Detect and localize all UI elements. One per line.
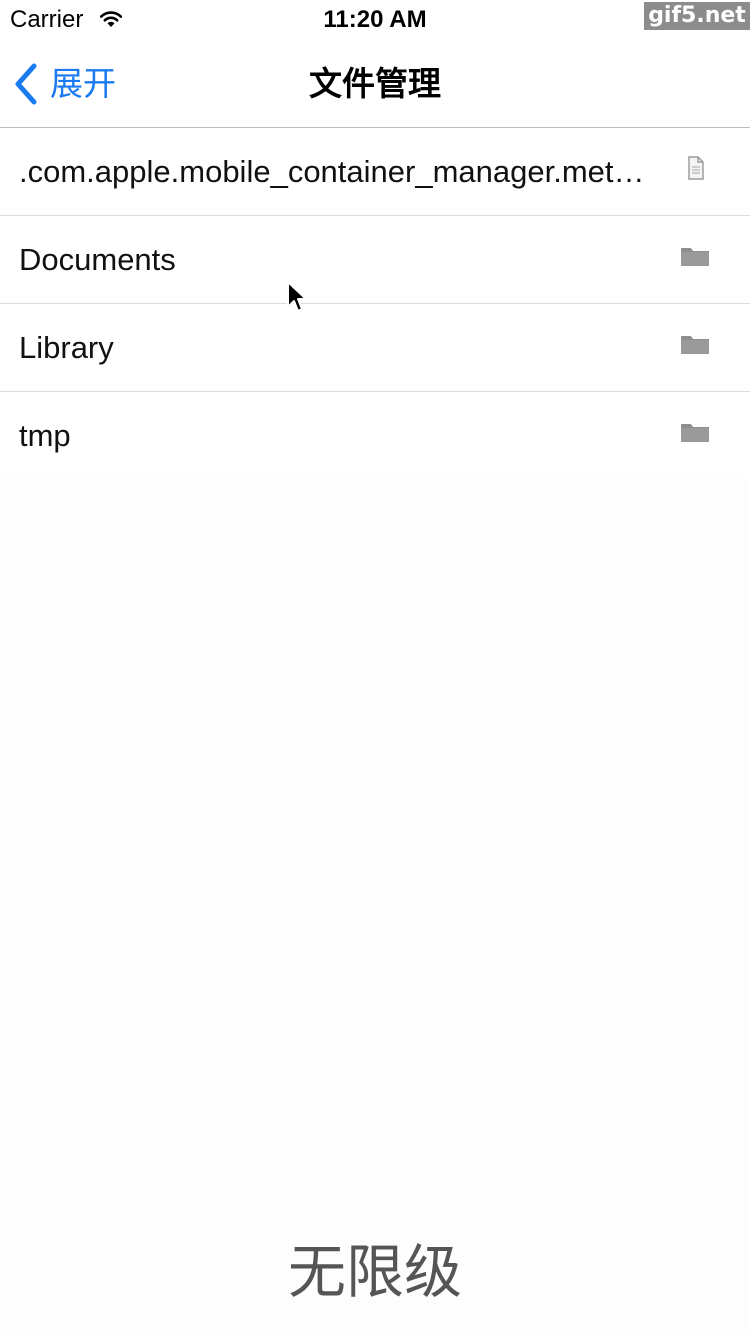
watermark: gif5.net (644, 2, 750, 30)
clock-time: 11:20 AM (323, 6, 427, 33)
status-bar: Carrier 11:20 AM gif5.net (0, 0, 750, 40)
navigation-bar: 展开 文件管理 (0, 40, 750, 128)
list-item[interactable]: .com.apple.mobile_container_manager.meta… (0, 128, 750, 216)
file-name: .com.apple.mobile_container_manager.meta… (19, 153, 659, 189)
list-item[interactable]: tmp (0, 392, 750, 479)
file-name: Library (19, 329, 114, 365)
folder-icon (681, 424, 709, 442)
empty-content-area (0, 478, 750, 1334)
folder-icon (681, 248, 709, 266)
folder-icon (681, 336, 709, 354)
list-item[interactable]: Library (0, 304, 750, 392)
file-list: .com.apple.mobile_container_manager.meta… (0, 128, 750, 479)
list-item[interactable]: Documents (0, 216, 750, 304)
document-icon (688, 156, 704, 180)
page-title: 文件管理 (309, 64, 441, 103)
mouse-cursor-icon (287, 281, 307, 312)
file-name: tmp (19, 417, 71, 453)
file-name: Documents (19, 241, 176, 277)
caption-overlay: 无限级 (287, 1238, 462, 1306)
